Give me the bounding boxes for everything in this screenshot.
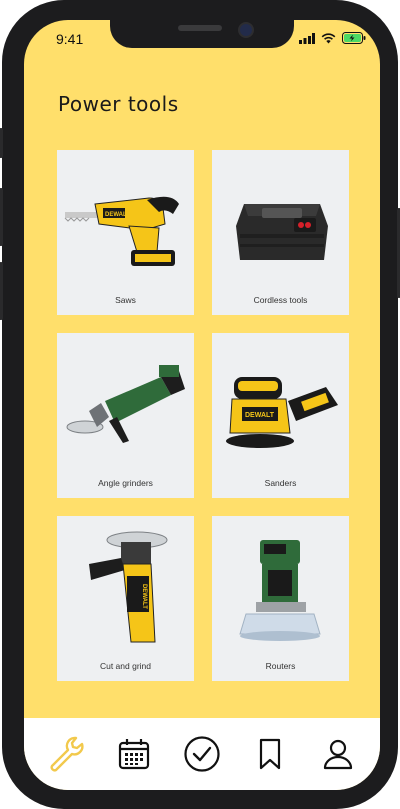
speaker xyxy=(178,25,222,31)
status-time: 9:41 xyxy=(56,31,84,47)
bottom-tab-bar xyxy=(24,718,380,790)
check-circle-icon xyxy=(184,736,220,772)
category-card-saws[interactable]: DEWALT Saws xyxy=(57,150,194,315)
svg-text:DEWALT: DEWALT xyxy=(141,584,147,609)
svg-text:DEWALT: DEWALT xyxy=(105,212,130,218)
tab-profile[interactable] xyxy=(316,732,360,776)
cut-grinder-image: DEWALT xyxy=(89,531,168,643)
page-title: Power tools xyxy=(58,92,179,116)
category-card-angle-grinders[interactable]: Angle grinders xyxy=(57,333,194,498)
category-label: Cordless tools xyxy=(253,295,308,305)
category-label: Cut and grind xyxy=(99,661,152,671)
cellular-signal-icon xyxy=(299,32,315,44)
mute-switch xyxy=(0,128,3,158)
category-label: Sanders xyxy=(264,478,297,488)
tab-calendar[interactable] xyxy=(112,732,156,776)
category-label: Routers xyxy=(265,661,296,671)
category-label: Angle grinders xyxy=(98,478,153,488)
app-screen: 9:41 Power tools DEWALT Saws Cordless to… xyxy=(24,20,380,790)
svg-text:DEWALT: DEWALT xyxy=(245,412,275,419)
category-card-cut-and-grind[interactable]: DEWALT Cut and grind xyxy=(57,516,194,681)
volume-up-button xyxy=(0,188,3,246)
reciprocating-saw-image: DEWALT xyxy=(64,196,179,266)
tab-done[interactable] xyxy=(180,732,224,776)
wrench-icon xyxy=(50,736,84,772)
tab-tools[interactable] xyxy=(44,732,88,776)
category-card-sanders[interactable]: DEWALT Sanders xyxy=(212,333,349,498)
category-card-cordless-tools[interactable]: Cordless tools xyxy=(212,150,349,315)
battery-pack-image xyxy=(236,204,328,260)
router-image xyxy=(239,540,321,641)
phone-frame: 9:41 Power tools DEWALT Saws Cordless to… xyxy=(0,0,400,809)
volume-down-button xyxy=(0,262,3,320)
tab-saved[interactable] xyxy=(248,732,292,776)
status-icons xyxy=(299,32,366,44)
orbital-sander-image: DEWALT xyxy=(226,377,338,448)
bookmark-icon xyxy=(259,738,281,770)
front-camera xyxy=(238,22,254,38)
category-label: Saws xyxy=(115,295,136,305)
calendar-icon xyxy=(118,739,150,770)
category-card-routers[interactable]: Routers xyxy=(212,516,349,681)
profile-icon xyxy=(323,739,353,770)
battery-charging-icon xyxy=(342,32,366,44)
angle-grinder-image xyxy=(66,365,185,443)
wifi-icon xyxy=(321,32,336,43)
notch xyxy=(110,20,294,48)
